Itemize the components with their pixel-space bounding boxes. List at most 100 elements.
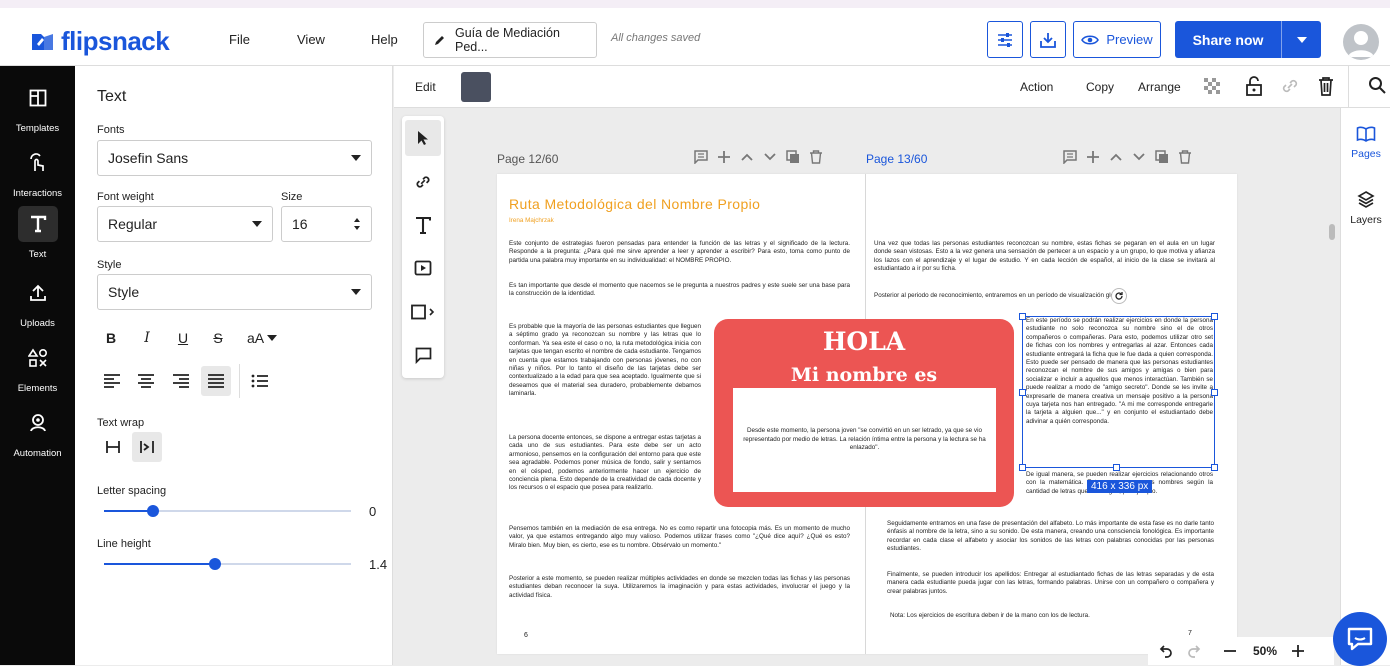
resize-handle[interactable] (1211, 389, 1218, 396)
page-title[interactable]: Ruta Metodológica del Nombre Propio (509, 196, 760, 212)
text-block[interactable]: Posterior al periodo de reconocimiento, … (874, 292, 1215, 300)
chevron-up-icon[interactable] (1109, 150, 1123, 164)
left-page-label: Page 12/60 (497, 152, 559, 166)
page-author[interactable]: Irena Majchrzak (509, 217, 554, 224)
resize-handle[interactable] (1113, 464, 1120, 471)
transparency-icon[interactable] (1202, 76, 1222, 96)
selection-box[interactable] (1019, 313, 1218, 471)
chat-button[interactable] (1333, 612, 1387, 666)
nav-text[interactable]: Text (0, 206, 75, 260)
font-weight-select[interactable]: Regular (97, 206, 273, 242)
wrap-none-icon[interactable] (101, 433, 125, 461)
text-tool[interactable] (405, 207, 441, 243)
wrap-auto-icon[interactable] (132, 432, 162, 462)
text-block[interactable]: Posterior a este momento, se pueden real… (509, 575, 850, 600)
share-dropdown[interactable] (1281, 21, 1321, 58)
color-swatch[interactable] (461, 72, 491, 102)
copy-button[interactable]: Copy (1086, 80, 1114, 94)
zoom-in-icon[interactable] (1291, 644, 1305, 658)
action-button[interactable]: Action (1020, 80, 1053, 94)
flipsnack-logo[interactable]: flipsnack (31, 26, 170, 57)
add-page-icon[interactable] (717, 150, 731, 164)
page-spread[interactable]: Ruta Metodológica del Nombre Propio Iren… (497, 174, 1237, 654)
nav-elements[interactable]: Elements (0, 340, 75, 394)
resize-handle[interactable] (1211, 464, 1218, 471)
text-block[interactable]: Seguidamente entramos en una fase de pre… (887, 520, 1214, 554)
text-block[interactable]: La persona docente entonces, se dispone … (509, 434, 701, 493)
slider-knob[interactable] (147, 505, 160, 517)
stepper-arrows-icon[interactable] (353, 216, 361, 232)
text-block[interactable]: Una vez que todas las personas estudiant… (874, 240, 1215, 274)
vertical-scrollbar[interactable] (1329, 224, 1335, 240)
pages-tab[interactable]: Pages (1341, 126, 1390, 160)
trash-icon[interactable] (1318, 76, 1334, 96)
trash-icon[interactable] (1178, 150, 1192, 164)
menu-help[interactable]: Help (371, 32, 398, 47)
font-family-select[interactable]: Josefin Sans (97, 140, 372, 176)
zoom-value[interactable]: 50% (1253, 644, 1277, 658)
redo-icon[interactable] (1187, 644, 1201, 658)
chevron-down-icon[interactable] (763, 150, 777, 164)
nav-uploads[interactable]: Uploads (0, 275, 75, 329)
zoom-out-icon[interactable] (1223, 644, 1237, 658)
line-height-slider[interactable] (104, 558, 351, 570)
arrange-button[interactable]: Arrange (1138, 80, 1181, 94)
link-icon[interactable] (1280, 76, 1300, 96)
shape-tool[interactable] (405, 294, 441, 330)
nav-templates[interactable]: Templates (0, 80, 75, 134)
duplicate-icon[interactable] (786, 150, 800, 164)
settings-sliders-button[interactable] (987, 21, 1023, 58)
resize-handle[interactable] (1019, 313, 1026, 320)
font-size-input[interactable]: 16 (281, 206, 372, 242)
nav-interactions[interactable]: Interactions (0, 145, 75, 199)
lock-icon[interactable] (1245, 76, 1263, 96)
align-left-icon[interactable] (101, 367, 123, 395)
underline-icon[interactable]: U (175, 324, 191, 352)
preview-button[interactable]: Preview (1073, 21, 1161, 58)
strikethrough-icon[interactable]: S (210, 324, 226, 352)
text-block[interactable]: Pensemos también en la mediación de esa … (509, 525, 850, 550)
user-avatar[interactable] (1343, 24, 1379, 60)
menu-file[interactable]: File (229, 32, 250, 47)
text-block[interactable]: Finalmente, se pueden introducir los ape… (887, 571, 1214, 596)
media-tool[interactable] (405, 250, 441, 286)
align-justify-icon[interactable] (201, 366, 231, 396)
trash-icon[interactable] (809, 150, 823, 164)
italic-icon[interactable]: I (139, 324, 155, 352)
duplicate-icon[interactable] (1155, 150, 1169, 164)
chevron-up-icon[interactable] (740, 150, 754, 164)
comment-tool[interactable] (405, 337, 441, 373)
bullet-list-icon[interactable] (249, 367, 271, 395)
text-block[interactable]: Nota: Los ejercicios de escritura deben … (890, 612, 1217, 620)
resize-handle[interactable] (1019, 464, 1026, 471)
align-center-icon[interactable] (135, 367, 157, 395)
letter-spacing-slider[interactable] (104, 505, 351, 517)
text-block[interactable]: Es probable que la mayoría de las person… (509, 323, 701, 399)
text-block[interactable]: Es tan importante que desde el momento q… (509, 282, 850, 299)
menu-view[interactable]: View (297, 32, 325, 47)
rotate-handle[interactable] (1111, 288, 1127, 304)
layers-tab[interactable]: Layers (1341, 190, 1390, 226)
card-text-box[interactable]: Desde este momento, la persona joven "se… (733, 388, 996, 492)
select-tool[interactable] (405, 120, 441, 156)
name-card[interactable]: HOLA Mi nombre es Desde este momento, la… (714, 319, 1014, 507)
link-tool[interactable] (405, 164, 441, 200)
undo-icon[interactable] (1159, 644, 1173, 658)
text-case-dropdown[interactable]: aA (247, 324, 278, 352)
text-style-select[interactable]: Style (97, 274, 372, 310)
resize-handle[interactable] (1019, 389, 1026, 396)
nav-automation[interactable]: Automation (0, 405, 75, 459)
add-page-icon[interactable] (1086, 150, 1100, 164)
bold-icon[interactable]: B (103, 324, 119, 352)
slider-knob[interactable] (209, 558, 222, 570)
comment-icon[interactable] (694, 150, 708, 164)
download-button[interactable] (1030, 21, 1066, 58)
chevron-down-icon[interactable] (1132, 150, 1146, 164)
align-right-icon[interactable] (170, 367, 192, 395)
resize-handle[interactable] (1211, 313, 1218, 320)
search-icon[interactable] (1368, 76, 1386, 94)
share-now-button[interactable]: Share now (1175, 21, 1321, 58)
comment-icon[interactable] (1063, 150, 1077, 164)
document-name-field[interactable]: Guía de Mediación Ped... (423, 22, 597, 58)
text-block[interactable]: Este conjunto de estrategias fueron pens… (509, 240, 850, 265)
